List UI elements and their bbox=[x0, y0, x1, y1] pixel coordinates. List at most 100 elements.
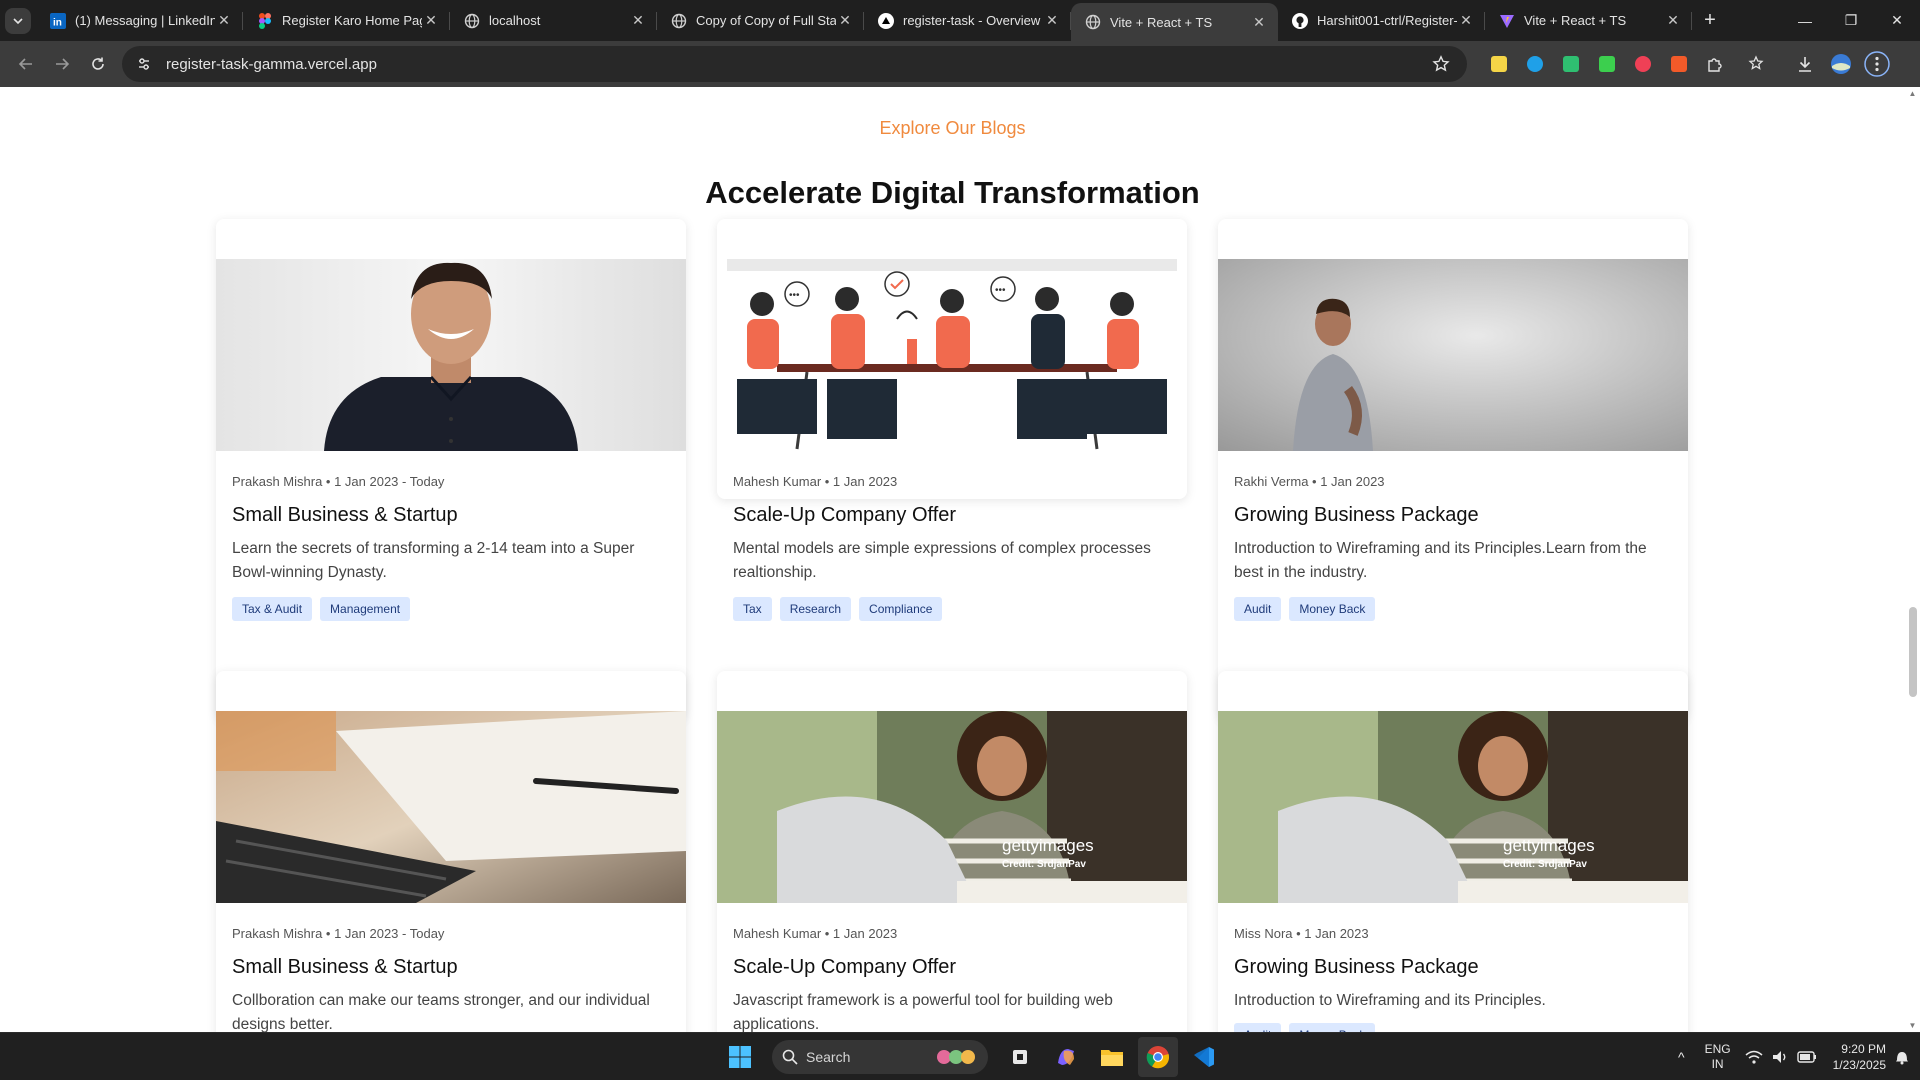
blog-card-6[interactable]: gettyimages Credit: SrdjanPav Miss Nora … bbox=[1218, 671, 1688, 1032]
card-meta: Mahesh Kumar • 1 Jan 2023 bbox=[733, 474, 898, 489]
tab-copy-full-stack[interactable]: Copy of Copy of Full Stack ✕ bbox=[657, 0, 864, 41]
restore-icon: ❐ bbox=[1844, 12, 1858, 28]
reload-button[interactable] bbox=[80, 46, 116, 82]
watermark-text: gettyimages bbox=[1503, 836, 1595, 855]
new-tab-button[interactable]: + bbox=[1692, 0, 1728, 41]
woman-laptop-photo: gettyimages Credit: SrdjanPav bbox=[1218, 711, 1688, 903]
speaker-icon[interactable] bbox=[1771, 1049, 1789, 1065]
close-tab-icon[interactable]: ✕ bbox=[215, 12, 233, 30]
start-button[interactable] bbox=[720, 1037, 760, 1077]
bookmark-star-icon[interactable] bbox=[1427, 50, 1455, 78]
restore-button[interactable]: ❐ bbox=[1828, 0, 1874, 41]
card-title[interactable]: Scale-Up Company Offer bbox=[733, 504, 956, 527]
web-page: Explore Our Blogs Accelerate Digital Tra… bbox=[0, 87, 1905, 1032]
bookmarks-button[interactable] bbox=[1739, 46, 1775, 82]
card-tags: Audit Money Back bbox=[1234, 597, 1376, 621]
scrollbar-thumb[interactable] bbox=[1909, 607, 1917, 697]
globe-icon bbox=[464, 13, 480, 29]
card-title[interactable]: Scale-Up Company Offer bbox=[733, 956, 956, 979]
scroll-up-icon[interactable]: ▲ bbox=[1908, 89, 1917, 98]
green-extension-icon bbox=[1599, 56, 1615, 72]
back-button[interactable] bbox=[8, 46, 44, 82]
copilot-icon bbox=[1058, 1049, 1074, 1065]
close-tab-icon[interactable]: ✕ bbox=[1043, 12, 1061, 30]
card-description: Learn the secrets of transforming a 2-14… bbox=[232, 540, 635, 581]
tag-chip[interactable]: Compliance bbox=[859, 597, 943, 621]
address-bar[interactable]: register-task-gamma.vercel.app bbox=[122, 46, 1467, 82]
globe-icon bbox=[1085, 14, 1101, 30]
site-info-icon[interactable] bbox=[132, 52, 156, 76]
extension-edge[interactable] bbox=[1517, 46, 1553, 82]
blog-card-5[interactable]: gettyimages Credit: SrdjanPav Mahesh Kum… bbox=[717, 671, 1187, 1032]
close-tab-icon[interactable]: ✕ bbox=[1664, 12, 1682, 30]
tag-chip[interactable]: Money Back bbox=[1289, 1023, 1376, 1032]
language-indicator[interactable]: ENG IN bbox=[1705, 1042, 1731, 1072]
notification-icon[interactable] bbox=[1894, 1049, 1910, 1065]
extension-orange[interactable] bbox=[1661, 46, 1697, 82]
minimize-button[interactable]: — bbox=[1782, 0, 1828, 41]
extension-pocket[interactable] bbox=[1625, 46, 1661, 82]
vite-icon bbox=[1499, 13, 1515, 29]
downloads-button[interactable] bbox=[1787, 46, 1823, 82]
profile-button[interactable] bbox=[1823, 46, 1859, 82]
taskbar-copilot[interactable] bbox=[1046, 1037, 1086, 1077]
menu-button[interactable] bbox=[1859, 46, 1895, 82]
extension-grid[interactable] bbox=[1553, 46, 1589, 82]
card-meta: Mahesh Kumar • 1 Jan 2023 bbox=[733, 926, 898, 941]
taskbar-clock[interactable]: 9:20 PM 1/23/2025 bbox=[1833, 1041, 1886, 1073]
tag-chip[interactable]: Audit bbox=[1234, 1023, 1282, 1032]
card-title[interactable]: Growing Business Package bbox=[1234, 956, 1479, 979]
blog-card-3[interactable]: Rakhi Verma • 1 Jan 2023 Growing Busines… bbox=[1218, 219, 1688, 719]
woman-laptop-photo: gettyimages Credit: SrdjanPav bbox=[717, 711, 1187, 903]
close-tab-icon[interactable]: ✕ bbox=[1457, 12, 1475, 30]
tag-chip[interactable]: Research bbox=[779, 597, 852, 621]
tab-vercel-overview[interactable]: register-task - Overview - ✕ bbox=[864, 0, 1071, 41]
extensions-button[interactable] bbox=[1697, 46, 1733, 82]
tab-localhost[interactable]: localhost ✕ bbox=[450, 0, 657, 41]
card-title[interactable]: Small Business & Startup bbox=[232, 956, 458, 979]
tab-vite[interactable]: Vite + React + TS ✕ bbox=[1485, 0, 1692, 41]
blog-card-1[interactable]: Prakash Mishra • 1 Jan 2023 - Today Smal… bbox=[216, 219, 686, 719]
man-at-wall-photo bbox=[1218, 259, 1688, 451]
extension-notes[interactable] bbox=[1481, 46, 1517, 82]
forward-button[interactable] bbox=[44, 46, 80, 82]
close-tab-icon[interactable]: ✕ bbox=[629, 12, 647, 30]
page-scrollbar[interactable]: ▲ ▼ bbox=[1905, 87, 1920, 1032]
search-highlight-icon bbox=[937, 1050, 975, 1064]
tag-chip[interactable]: Money Back bbox=[1289, 597, 1376, 621]
tag-chip[interactable]: Management bbox=[320, 597, 411, 621]
wifi-icon[interactable] bbox=[1745, 1049, 1763, 1065]
close-tab-icon[interactable]: ✕ bbox=[1250, 13, 1268, 31]
close-tab-icon[interactable]: ✕ bbox=[836, 12, 854, 30]
tab-search-button[interactable] bbox=[0, 0, 36, 41]
puzzle-icon bbox=[1708, 58, 1722, 72]
linkedin-icon: in bbox=[50, 12, 66, 29]
close-window-button[interactable]: ✕ bbox=[1874, 0, 1920, 41]
windows-logo-icon bbox=[729, 1046, 751, 1068]
tab-linkedin[interactable]: in (1) Messaging | LinkedIn ✕ bbox=[36, 0, 243, 41]
extension-green[interactable] bbox=[1589, 46, 1625, 82]
battery-icon[interactable] bbox=[1796, 1050, 1817, 1064]
taskbar-search[interactable]: Search bbox=[772, 1040, 988, 1074]
close-tab-icon[interactable]: ✕ bbox=[422, 12, 440, 30]
url-text[interactable]: register-task-gamma.vercel.app bbox=[166, 56, 1427, 73]
taskbar-chrome[interactable] bbox=[1138, 1037, 1178, 1077]
taskbar-vscode[interactable] bbox=[1184, 1037, 1224, 1077]
download-icon bbox=[1799, 57, 1811, 72]
tag-chip[interactable]: Tax & Audit bbox=[232, 597, 313, 621]
tab-figma[interactable]: Register Karo Home Page ✕ bbox=[243, 0, 450, 41]
card-title[interactable]: Small Business & Startup bbox=[232, 504, 458, 527]
scroll-down-icon[interactable]: ▼ bbox=[1908, 1021, 1917, 1030]
card-title[interactable]: Growing Business Package bbox=[1234, 504, 1479, 527]
section-heading: Accelerate Digital Transformation bbox=[705, 175, 1200, 210]
tag-chip[interactable]: Audit bbox=[1234, 597, 1282, 621]
show-hidden-icons[interactable]: ^ bbox=[1678, 1049, 1685, 1065]
taskbar-file-explorer[interactable] bbox=[1092, 1037, 1132, 1077]
tab-github[interactable]: Harshit001-ctrl/Register- ✕ bbox=[1278, 0, 1485, 41]
globe-icon bbox=[671, 13, 687, 29]
minimize-icon: — bbox=[1798, 12, 1812, 29]
blog-card-4[interactable]: Prakash Mishra • 1 Jan 2023 - Today Smal… bbox=[216, 671, 686, 1032]
tag-chip[interactable]: Tax bbox=[733, 597, 772, 621]
tab-vite-active[interactable]: Vite + React + TS ✕ bbox=[1071, 3, 1278, 41]
taskbar-app-widget[interactable] bbox=[1000, 1037, 1040, 1077]
